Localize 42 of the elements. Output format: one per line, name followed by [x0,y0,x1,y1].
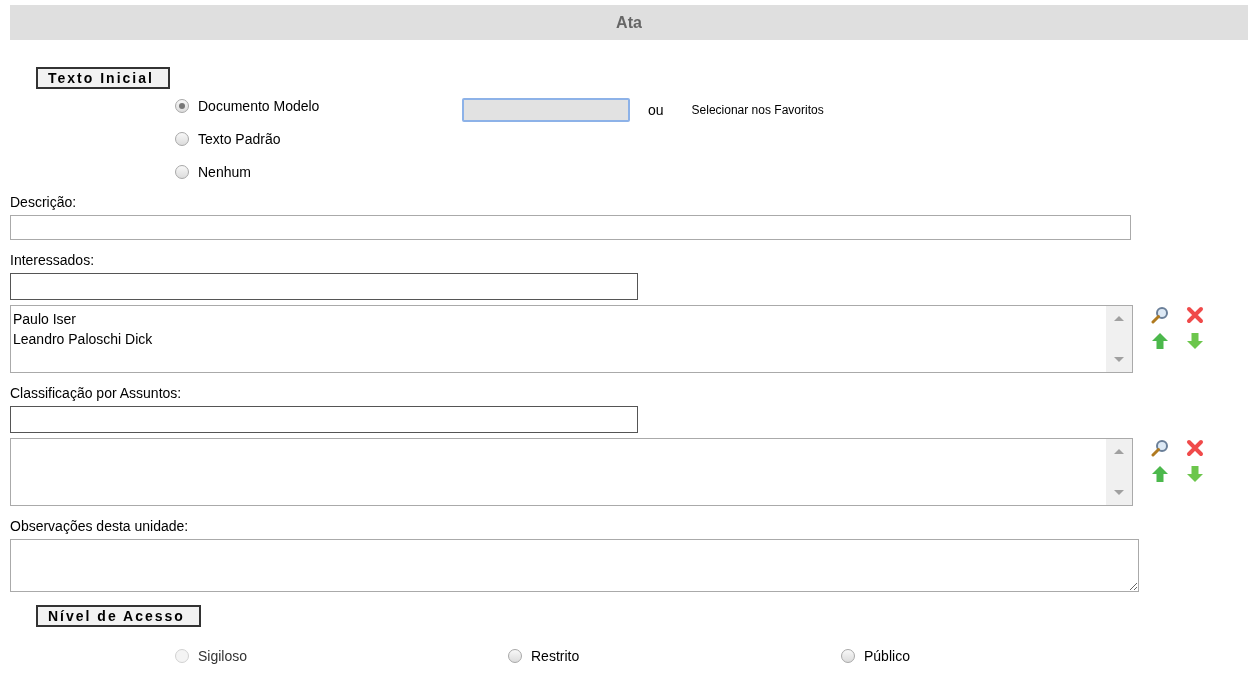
field-label: Descrição: [10,194,78,212]
scroll-up-icon[interactable] [1114,449,1124,454]
radio-label[interactable]: Público [864,647,910,664]
list-box[interactable]: Paulo Iser Leandro Paloschi Dick [10,305,1133,373]
radio-label[interactable]: Texto Padrão [198,130,281,147]
search-field[interactable] [10,406,638,433]
scroll-down-icon[interactable] [1114,490,1124,495]
scrollbar[interactable] [1106,439,1132,505]
scroll-up-icon[interactable] [1114,316,1124,321]
notes-field[interactable] [10,539,1139,592]
field-label: Observações desta unidade: [10,518,190,536]
radio-button[interactable] [175,164,189,179]
favorites-link[interactable]: Selecionar nos Favoritos [691,103,824,117]
arrow-up-icon[interactable] [1151,332,1169,350]
arrow-down-icon[interactable] [1186,465,1204,483]
list-item[interactable]: Leandro Paloschi Dick [13,329,1104,349]
arrow-down-icon[interactable] [1186,332,1204,350]
section-legend: Nível de Acesso [36,605,201,627]
search-icon[interactable] [1151,439,1169,457]
search-icon[interactable] [1151,306,1169,324]
search-field[interactable] [10,273,638,300]
scroll-down-icon[interactable] [1114,357,1124,362]
list-item[interactable]: Paulo Iser [13,309,1104,329]
radio-button[interactable] [508,648,522,663]
scrollbar[interactable] [1106,306,1132,372]
field-label: Classificação por Assuntos: [10,385,183,403]
list-box[interactable] [10,438,1133,506]
description-field[interactable] [10,215,1131,240]
radio-button[interactable] [841,648,855,663]
close-icon[interactable] [1186,306,1204,324]
section-legend: Texto Inicial [36,67,170,89]
or-text: ou [648,102,664,118]
radio-label[interactable]: Documento Modelo [198,97,320,114]
field-label: Interessados: [10,252,96,270]
radio-button[interactable] [175,131,189,146]
model-input-field[interactable] [462,98,630,122]
radio-button[interactable] [175,98,189,113]
arrow-up-icon[interactable] [1151,465,1169,483]
page-title: Ata [616,13,642,32]
close-icon[interactable] [1186,439,1204,457]
radio-label[interactable]: Nenhum [198,163,251,180]
radio-label[interactable]: Restrito [531,647,580,664]
